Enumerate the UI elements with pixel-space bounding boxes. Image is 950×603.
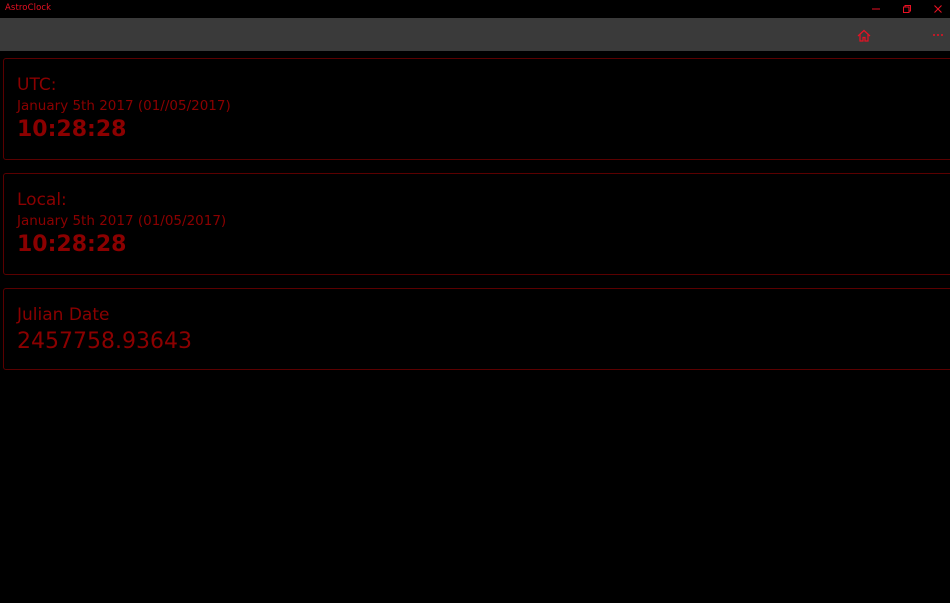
local-label: Local:: [17, 190, 67, 210]
julian-date-value: 2457758.93643: [17, 329, 192, 354]
minimize-button[interactable]: [860, 0, 892, 18]
local-date: January 5th 2017 (01/05/2017): [17, 213, 227, 229]
julian-date-card: Julian Date 2457758.93643: [3, 288, 950, 370]
home-icon: [857, 29, 871, 42]
app-bar: [0, 18, 950, 51]
utc-label: UTC:: [17, 75, 57, 95]
local-time: 10:28:28: [17, 232, 127, 257]
title-bar: AstroClock: [0, 0, 950, 18]
local-card: Local: January 5th 2017 (01/05/2017) 10:…: [3, 173, 950, 275]
utc-time: 10:28:28: [17, 117, 127, 142]
more-button[interactable]: [932, 25, 950, 45]
restore-button[interactable]: [891, 0, 923, 18]
utc-date: January 5th 2017 (01//05/2017): [17, 98, 231, 114]
close-icon: [934, 5, 942, 13]
more-icon: [933, 34, 943, 36]
app-title: AstroClock: [5, 3, 52, 13]
restore-icon: [903, 5, 911, 13]
minimize-icon: [872, 8, 880, 10]
close-button[interactable]: [922, 0, 950, 18]
home-button[interactable]: [852, 25, 876, 45]
utc-card: UTC: January 5th 2017 (01//05/2017) 10:2…: [3, 58, 950, 160]
app-window: AstroClock UTC: January 5th 2017 (01//05…: [0, 0, 950, 603]
julian-date-label: Julian Date: [17, 305, 110, 325]
